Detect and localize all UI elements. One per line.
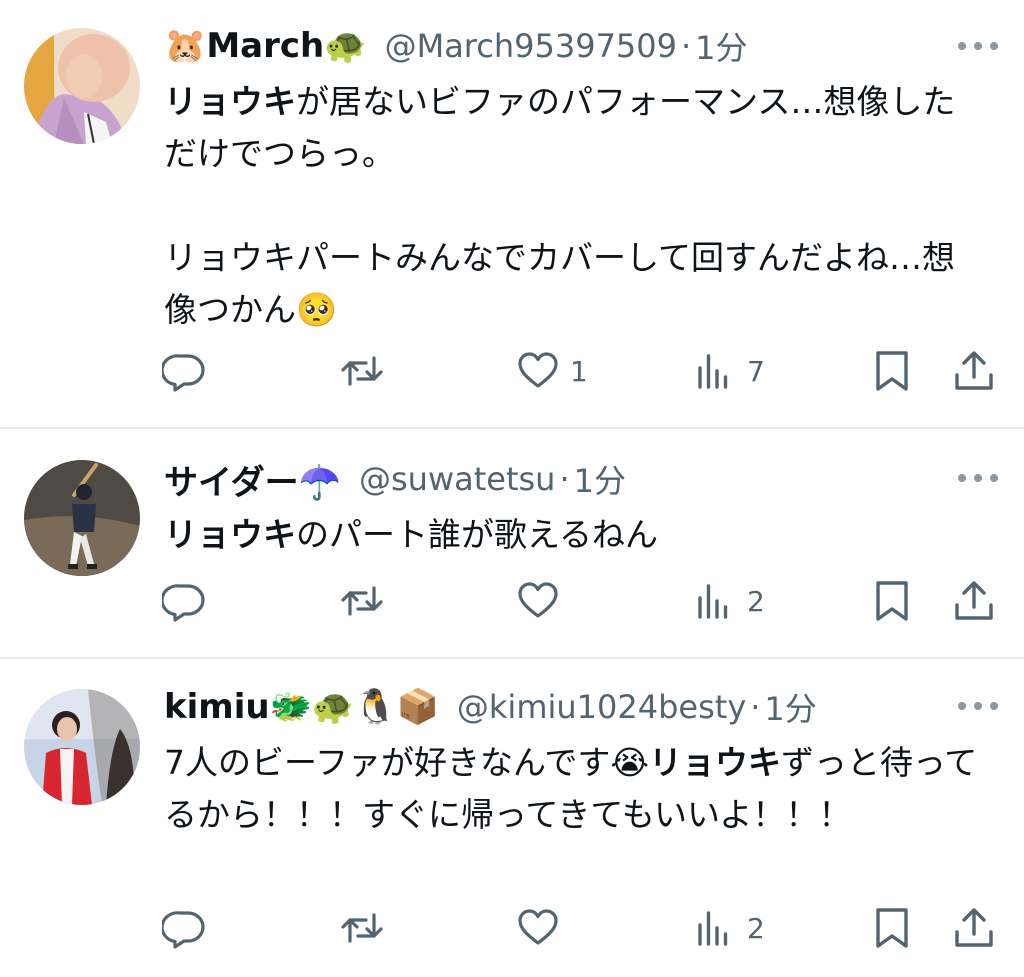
- views-icon: [698, 354, 728, 389]
- tweet[interactable]: 🐹March🐢 @March95397509 · 1分 リョウキが居ないビファの…: [0, 0, 1024, 428]
- share-button[interactable]: [952, 906, 996, 950]
- tweet-header: 🐹March🐢 @March95397509 · 1分: [164, 24, 954, 68]
- action-bar: 1 7: [0, 349, 1024, 393]
- text-segment: のパート誰が歌えるねん: [296, 515, 659, 554]
- retweet-icon: [341, 356, 383, 386]
- more-icon[interactable]: [958, 41, 998, 51]
- text-segment: 7人のビーファが好きなんです😭: [164, 743, 649, 782]
- display-name[interactable]: サイダー☂️: [164, 457, 341, 502]
- user-handle[interactable]: @kimiu1024besty: [457, 688, 746, 726]
- timestamp[interactable]: 1分: [574, 457, 626, 501]
- like-count: 1: [570, 354, 588, 388]
- timestamp[interactable]: 1分: [764, 685, 816, 729]
- action-bar: 2: [0, 906, 1024, 950]
- bookmark-icon: [876, 908, 908, 948]
- text-segment-bold: リョウキ: [164, 82, 296, 121]
- bookmark-button[interactable]: [870, 906, 914, 950]
- bookmark-icon: [876, 351, 908, 391]
- tweet[interactable]: kimiu🐲🐢🐧📦 @kimiu1024besty · 1分 7人のビーファが好…: [0, 659, 1024, 977]
- display-name[interactable]: kimiu🐲🐢🐧📦: [164, 687, 439, 727]
- text-segment-bold: リョウキ: [648, 743, 781, 782]
- share-icon: [955, 351, 993, 390]
- reply-icon: [162, 911, 205, 949]
- avatar[interactable]: [24, 460, 140, 576]
- share-icon: [955, 908, 993, 947]
- tweet-text: 7人のビーファが好きなんです😭リョウキずっと待ってるから！！！すぐに帰ってきても…: [164, 737, 984, 841]
- bookmark-button[interactable]: [870, 579, 914, 623]
- tweet-header: kimiu🐲🐢🐧📦 @kimiu1024besty · 1分: [164, 685, 954, 729]
- text-segment-bold: リョウキ: [164, 515, 296, 554]
- view-count: 2: [747, 911, 765, 945]
- views-icon: [698, 584, 728, 619]
- bookmark-icon: [876, 581, 908, 621]
- action-bar: 2: [0, 579, 1024, 623]
- view-count: 2: [747, 584, 765, 618]
- views-button[interactable]: 7: [693, 349, 765, 393]
- views-button[interactable]: 2: [693, 906, 765, 950]
- timestamp[interactable]: 1分: [695, 24, 747, 68]
- heart-icon: [518, 352, 558, 388]
- view-count: 7: [747, 354, 765, 388]
- reply-button[interactable]: [162, 579, 216, 623]
- reply-button[interactable]: [162, 906, 216, 950]
- retweet-icon: [341, 586, 383, 616]
- separator-dot: ·: [559, 460, 570, 498]
- like-button[interactable]: 1: [516, 349, 588, 393]
- reply-icon: [162, 354, 205, 392]
- retweet-icon: [341, 913, 383, 943]
- avatar[interactable]: [24, 28, 140, 144]
- reply-icon: [162, 584, 205, 622]
- avatar-image: [24, 28, 140, 144]
- user-handle[interactable]: @suwatetsu: [359, 460, 555, 498]
- like-button[interactable]: [516, 906, 570, 950]
- share-icon: [955, 581, 993, 620]
- avatar-image: [24, 460, 140, 576]
- tweet-text: リョウキのパート誰が歌えるねん: [164, 509, 984, 561]
- share-button[interactable]: [952, 579, 996, 623]
- heart-icon: [518, 909, 558, 945]
- separator-dot: ·: [681, 27, 692, 65]
- views-button[interactable]: 2: [693, 579, 765, 623]
- tweet-header: サイダー☂️ @suwatetsu · 1分: [164, 457, 954, 501]
- retweet-button[interactable]: [340, 579, 394, 623]
- views-icon: [698, 911, 728, 946]
- display-name[interactable]: 🐹March🐢: [164, 26, 367, 66]
- avatar[interactable]: [24, 689, 140, 805]
- tweet[interactable]: サイダー☂️ @suwatetsu · 1分 リョウキのパート誰が歌えるねん 2: [0, 429, 1024, 658]
- retweet-button[interactable]: [340, 349, 394, 393]
- bookmark-button[interactable]: [870, 349, 914, 393]
- retweet-button[interactable]: [340, 906, 394, 950]
- heart-icon: [518, 582, 558, 618]
- user-handle[interactable]: @March95397509: [385, 27, 677, 65]
- share-button[interactable]: [952, 349, 996, 393]
- like-button[interactable]: [516, 579, 570, 623]
- tweet-text: リョウキが居ないビファのパフォーマンス…想像しただけでつらっ。 リョウキパートみ…: [164, 76, 984, 336]
- reply-button[interactable]: [162, 349, 216, 393]
- avatar-image: [24, 689, 140, 805]
- separator-dot: ·: [750, 688, 761, 726]
- more-icon[interactable]: [958, 701, 998, 711]
- more-icon[interactable]: [958, 473, 998, 483]
